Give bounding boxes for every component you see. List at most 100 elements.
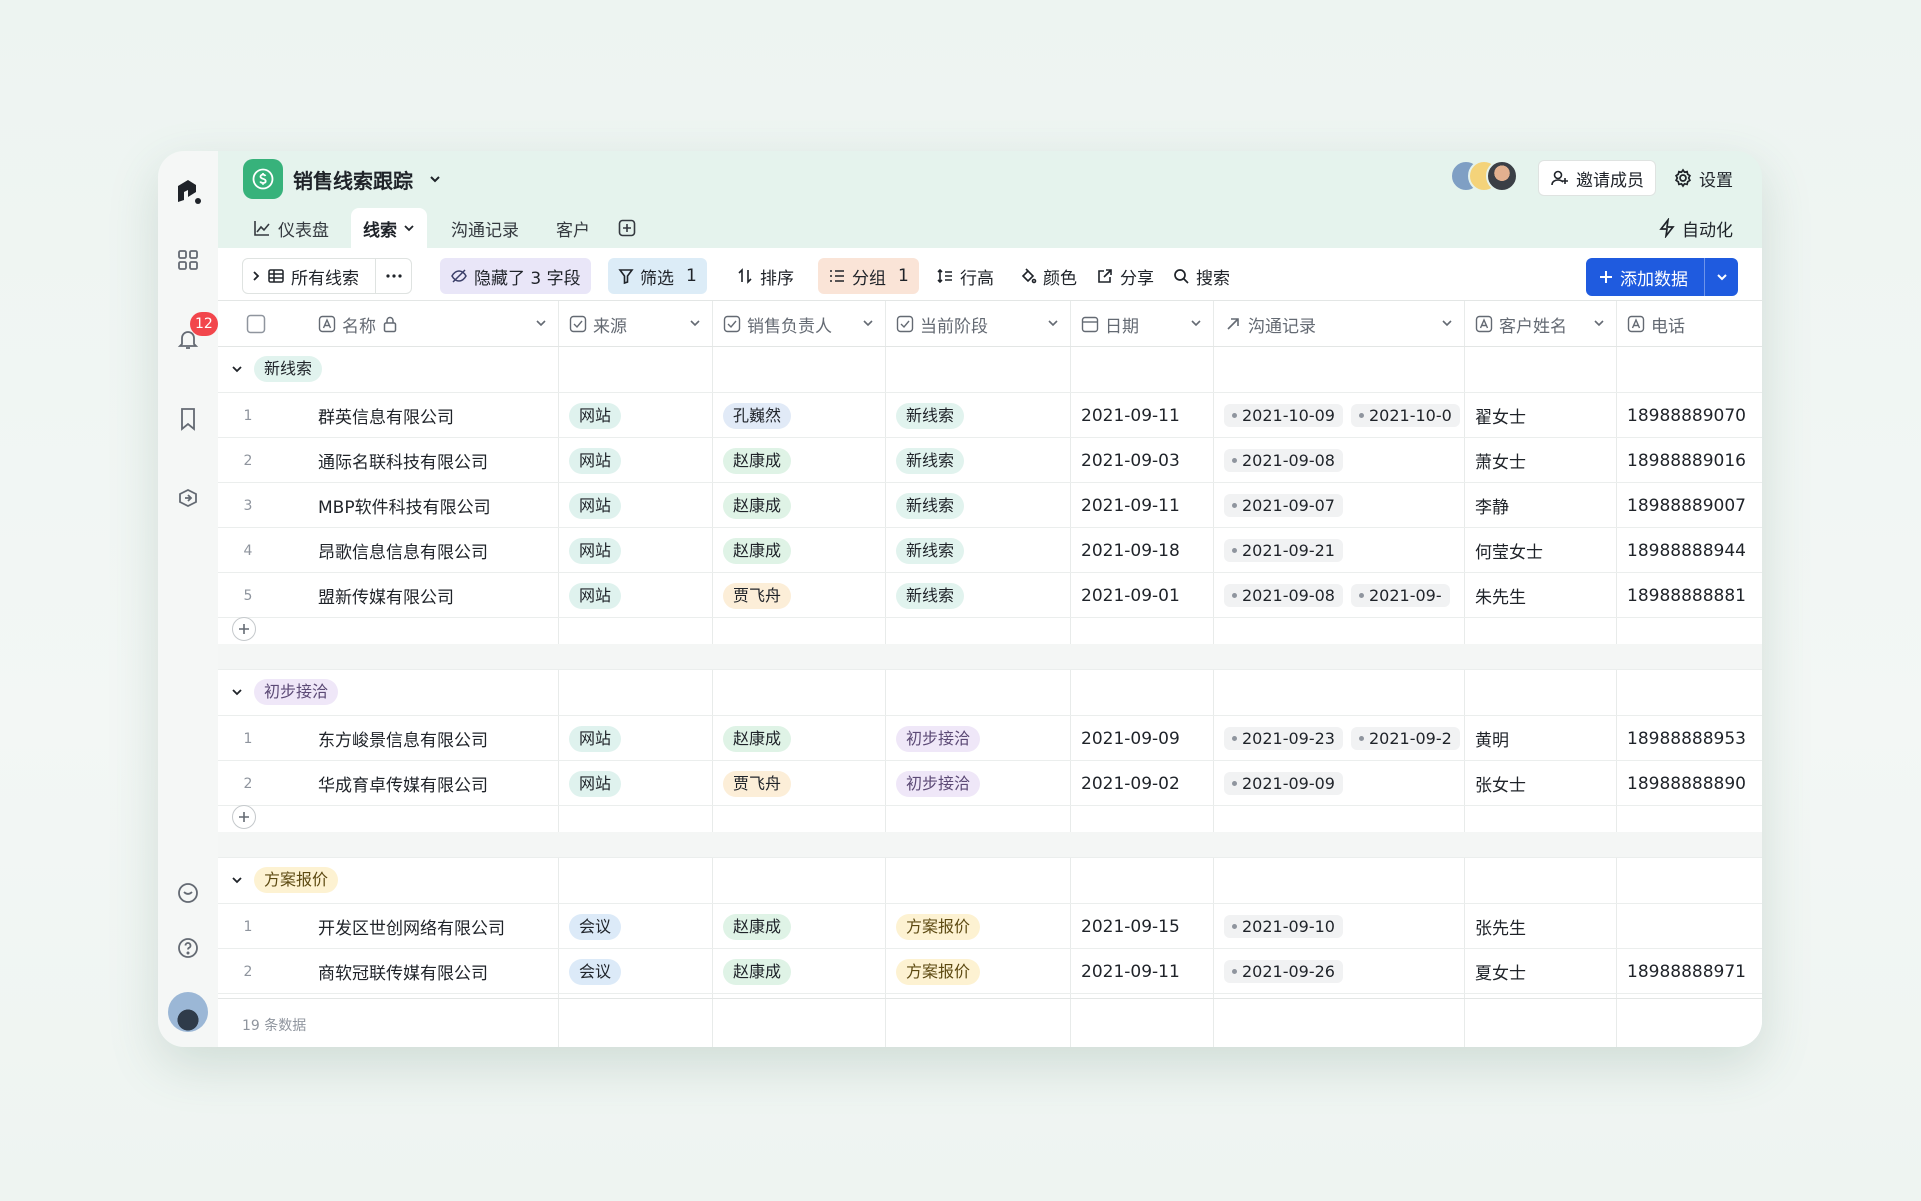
chevron-down-icon[interactable] [688, 316, 702, 330]
chevron-down-icon[interactable] [1189, 316, 1203, 330]
cell-records[interactable]: 2021-09-09 [1224, 761, 1464, 806]
column-header-records[interactable]: 沟通记录 [1224, 301, 1464, 347]
column-header-phone[interactable]: 电话 [1627, 301, 1762, 347]
table-row[interactable]: 3 MBP软件科技有限公司 网站 赵康成 新线索 2021-09-11 2021-09-07… [218, 483, 1762, 528]
cell-source[interactable]: 网站 [569, 393, 712, 438]
cell-name[interactable]: 通际名联科技有限公司 [318, 438, 558, 483]
view-selector[interactable]: 所有线索 [242, 258, 412, 294]
cell-records[interactable]: 2021-10-09 2021-10-0 [1224, 393, 1464, 438]
invite-members-button[interactable]: 邀请成员 [1538, 160, 1656, 196]
record-link[interactable]: 2021-09-08 [1224, 584, 1343, 607]
automation-button[interactable]: 自动化 [1658, 208, 1733, 248]
cell-customer[interactable]: 萧女士 [1475, 438, 1616, 483]
cell-name[interactable]: 群英信息有限公司 [318, 393, 558, 438]
column-header-stage[interactable]: 当前阶段 [896, 301, 1070, 347]
apps-grid-icon[interactable] [158, 240, 218, 280]
cell-records[interactable]: 2021-09-08 [1224, 438, 1464, 483]
record-link[interactable]: 2021-09-07 [1224, 494, 1343, 517]
group-button[interactable]: 分组 1 [818, 258, 919, 294]
cell-stage[interactable]: 新线索 [896, 393, 1070, 438]
record-link[interactable]: 2021-10-09 [1224, 404, 1343, 427]
table-row[interactable]: 1 群英信息有限公司 网站 孔巍然 新线索 2021-09-11 2021-10-09 202… [218, 393, 1762, 438]
share-hub-icon[interactable] [158, 478, 218, 518]
chevron-down-icon[interactable] [230, 361, 244, 380]
cell-owner[interactable]: 孔巍然 [723, 393, 885, 438]
cell-phone[interactable]: 18988888881 [1627, 573, 1762, 618]
add-data-main[interactable]: 添加数据 [1586, 258, 1704, 296]
cell-records[interactable]: 2021-09-10 [1224, 904, 1464, 949]
record-link[interactable]: 2021-09-10 [1224, 915, 1343, 938]
record-link[interactable]: 2021-09- [1350, 584, 1450, 607]
cell-phone[interactable]: 18988888953 [1627, 716, 1762, 761]
search-button[interactable]: 搜索 [1162, 258, 1240, 294]
cell-customer[interactable]: 夏女士 [1475, 949, 1616, 994]
cell-stage[interactable]: 方案报价 [896, 949, 1070, 994]
record-link[interactable]: 2021-09-09 [1224, 772, 1343, 795]
record-link[interactable]: 2021-10-0 [1350, 404, 1460, 427]
cell-name[interactable]: 华成育卓传媒有限公司 [318, 761, 558, 806]
cell-name[interactable]: 昂歌信息信息有限公司 [318, 528, 558, 573]
cell-owner[interactable]: 赵康成 [723, 949, 885, 994]
user-avatar[interactable] [168, 992, 208, 1032]
tab-leads[interactable]: 线索 [351, 208, 427, 248]
chevron-down-icon[interactable] [1440, 316, 1454, 330]
row-height-button[interactable]: 行高 [926, 258, 1004, 294]
member-avatars[interactable] [1450, 160, 1520, 192]
help-icon[interactable] [158, 928, 218, 968]
cell-stage[interactable]: 初步接洽 [896, 761, 1070, 806]
cell-records[interactable]: 2021-09-21 [1224, 528, 1464, 573]
sort-button[interactable]: 排序 [726, 258, 804, 294]
chevron-down-icon[interactable] [230, 684, 244, 703]
cell-date[interactable]: 2021-09-11 [1081, 483, 1213, 528]
cell-date[interactable]: 2021-09-15 [1081, 904, 1213, 949]
column-header-date[interactable]: 日期 [1081, 301, 1213, 347]
chevron-down-icon[interactable] [534, 316, 548, 330]
table-row[interactable]: 4 昂歌信息信息有限公司 网站 赵康成 新线索 2021-09-18 2021-09-21 何… [218, 528, 1762, 573]
column-header-source[interactable]: 来源 [569, 301, 712, 347]
tab-dashboard[interactable]: 仪表盘 [252, 208, 329, 248]
cell-source[interactable]: 会议 [569, 949, 712, 994]
cell-records[interactable]: 2021-09-26 [1224, 949, 1464, 994]
cell-customer[interactable]: 张先生 [1475, 904, 1616, 949]
cell-customer[interactable]: 朱先生 [1475, 573, 1616, 618]
chevron-down-icon[interactable] [1592, 316, 1606, 330]
settings-button[interactable]: 设置 [1673, 160, 1733, 196]
cell-customer[interactable]: 何莹女士 [1475, 528, 1616, 573]
cell-source[interactable]: 网站 [569, 716, 712, 761]
cell-phone[interactable]: 18988889007 [1627, 483, 1762, 528]
add-row-button[interactable] [232, 805, 256, 829]
cell-customer[interactable]: 黄明 [1475, 716, 1616, 761]
cell-owner[interactable]: 赵康成 [723, 716, 885, 761]
cell-name[interactable]: 商软冠联传媒有限公司 [318, 949, 558, 994]
group-header[interactable]: 新线索 [218, 347, 1762, 393]
cell-phone[interactable]: 18988888971 [1627, 949, 1762, 994]
cell-date[interactable]: 2021-09-02 [1081, 761, 1213, 806]
view-selector-main[interactable]: 所有线索 [243, 259, 367, 293]
table-row[interactable]: 2 商软冠联传媒有限公司 会议 赵康成 方案报价 2021-09-11 2021-09-26… [218, 949, 1762, 994]
hidden-fields-button[interactable]: 隐藏了 3 字段 [440, 258, 591, 294]
cell-source[interactable]: 网站 [569, 438, 712, 483]
record-link[interactable]: 2021-09-08 [1224, 449, 1343, 472]
cell-owner[interactable]: 贾飞舟 [723, 573, 885, 618]
cell-source[interactable]: 网站 [569, 483, 712, 528]
cell-stage[interactable]: 新线索 [896, 483, 1070, 528]
cell-customer[interactable]: 张女士 [1475, 761, 1616, 806]
cell-stage[interactable]: 方案报价 [896, 904, 1070, 949]
tab-communication[interactable]: 沟通记录 [451, 208, 519, 248]
cell-phone[interactable]: 18988889016 [1627, 438, 1762, 483]
record-link[interactable]: 2021-09-2 [1350, 727, 1460, 750]
cell-source[interactable]: 网站 [569, 528, 712, 573]
column-header-customer[interactable]: 客户姓名 [1475, 301, 1616, 347]
cell-name[interactable]: 盟新传媒有限公司 [318, 573, 558, 618]
add-row-button[interactable] [232, 617, 256, 641]
table-row[interactable]: 1 东方峻景信息有限公司 网站 赵康成 初步接洽 2021-09-09 2021-09-23… [218, 716, 1762, 761]
select-all-checkbox[interactable] [246, 301, 266, 347]
bookmark-icon[interactable] [158, 399, 218, 439]
cell-date[interactable]: 2021-09-18 [1081, 528, 1213, 573]
app-title[interactable]: 销售线索跟踪 [293, 165, 413, 194]
cell-phone[interactable] [1627, 904, 1762, 949]
cell-owner[interactable]: 赵康成 [723, 904, 885, 949]
chat-icon[interactable] [158, 873, 218, 913]
table-row[interactable]: 5 盟新传媒有限公司 网站 贾飞舟 新线索 2021-09-01 2021-09-08 202… [218, 573, 1762, 618]
cell-date[interactable]: 2021-09-01 [1081, 573, 1213, 618]
